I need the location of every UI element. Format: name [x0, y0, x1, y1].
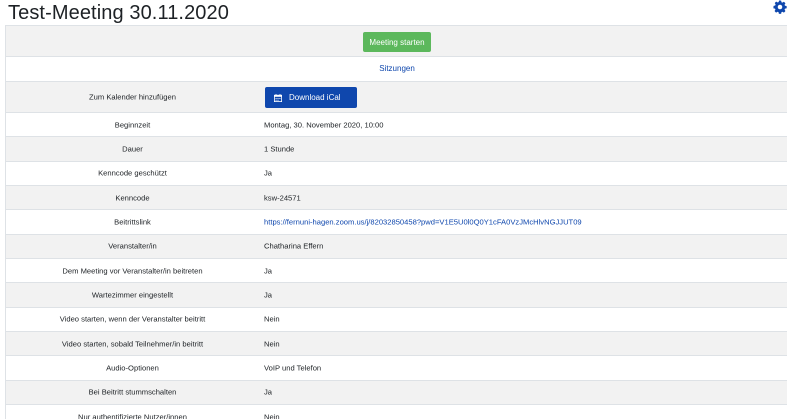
meeting-details-table: Meeting starten Sitzungen Zum Kalender h…	[5, 25, 787, 419]
detail-value: Ja	[264, 168, 273, 178]
detail-value: Chatharina Effern	[264, 241, 324, 251]
calendar-label: Zum Kalender hinzufügen	[89, 92, 176, 102]
sessions-row: Sitzungen	[6, 57, 787, 82]
detail-label: Beginnzeit	[114, 120, 151, 130]
detail-value: Nein	[264, 412, 280, 419]
detail-row: Dem Meeting vor Veranstalter/in beitrete…	[6, 258, 787, 284]
detail-label: Wartezimmer eingestellt	[91, 290, 174, 300]
detail-row: Beginnzeit Montag, 30. November 2020, 10:…	[6, 113, 787, 138]
detail-value: Nein	[264, 314, 280, 324]
detail-label: Nur authentifizierte Nutzer/innen	[78, 412, 187, 419]
download-ical-label: Download iCal	[289, 93, 341, 102]
detail-value: VoIP und Telefon	[264, 363, 322, 373]
detail-value: ksw-24571	[264, 193, 301, 203]
detail-label: Video starten, sobald Teilnehmer/in beit…	[61, 339, 204, 349]
join-link[interactable]: https://fernuni-hagen.zoom.us/j/82032850…	[264, 217, 582, 226]
detail-label: Kenncode	[115, 193, 150, 203]
detail-label: Dem Meeting vor Veranstalter/in beitrete…	[62, 266, 203, 276]
gear-icon[interactable]	[773, 0, 787, 14]
detail-row: Beitrittslink https://fernuni-hagen.zoom.…	[6, 210, 787, 235]
detail-row: Bei Beitritt stummschalten Ja	[6, 380, 787, 405]
detail-label: Kenncode geschützt	[98, 168, 167, 178]
scrollbar[interactable]	[792, 0, 800, 419]
detail-value: Ja	[264, 290, 273, 300]
sessions-link[interactable]: Sitzungen	[6, 64, 787, 73]
detail-row: Kenncode ksw-24571	[6, 185, 787, 211]
detail-label: Audio-Optionen	[106, 363, 159, 373]
detail-row: Kenncode geschützt Ja	[6, 161, 787, 186]
detail-row: Nur authentifizierte Nutzer/innen Nein	[6, 404, 787, 419]
download-ical-button[interactable]: Download iCal	[265, 87, 357, 108]
start-meeting-row: Meeting starten	[6, 25, 787, 57]
detail-row: Veranstalter/in Chatharina Effern	[6, 234, 787, 259]
detail-row: Dauer 1 Stunde	[6, 137, 787, 162]
detail-label: Dauer	[122, 144, 143, 154]
detail-label: Video starten, wenn der Veranstalter bei…	[59, 314, 206, 324]
detail-value: Montag, 30. November 2020, 10:00	[264, 120, 384, 130]
page-title: Test-Meeting 30.11.2020	[8, 2, 229, 24]
detail-row: Video starten, sobald Teilnehmer/in beit…	[6, 331, 787, 357]
detail-value: Ja	[264, 387, 273, 397]
detail-value: Ja	[264, 266, 273, 276]
calendar-row: Zum Kalender hinzufügen Download iCal	[6, 82, 787, 113]
detail-value: Nein	[264, 339, 280, 349]
detail-row: Audio-Optionen VoIP und Telefon	[6, 356, 787, 381]
calendar-icon	[274, 93, 282, 102]
detail-row: Video starten, wenn der Veranstalter bei…	[6, 307, 787, 332]
detail-label: Veranstalter/in	[108, 241, 157, 251]
detail-value: 1 Stunde	[264, 144, 295, 154]
start-meeting-button[interactable]: Meeting starten	[363, 32, 431, 52]
detail-label: Bei Beitritt stummschalten	[88, 387, 177, 397]
detail-row: Wartezimmer eingestellt Ja	[6, 283, 787, 308]
detail-label: Beitrittslink	[114, 217, 151, 227]
